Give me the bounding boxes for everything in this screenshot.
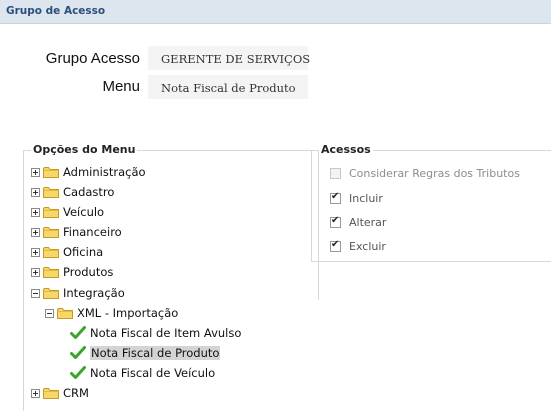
checkbox[interactable] (330, 167, 341, 179)
tree-item-label: Oficina (63, 245, 104, 259)
check-icon (70, 346, 86, 360)
access-option-alterar[interactable]: Alterar (330, 214, 386, 230)
folder-icon (57, 307, 73, 319)
folder-icon (43, 186, 59, 198)
access-option-label: Alterar (349, 215, 387, 229)
window-title: Grupo de Acesso (6, 5, 106, 17)
expand-icon[interactable] (31, 167, 40, 177)
tree-item-produtos[interactable]: Produtos (31, 263, 113, 281)
tree-item-integracao[interactable]: Integração (31, 284, 125, 302)
menu-value: Nota Fiscal de Produto (161, 81, 296, 95)
tree-item-label: CRM (63, 386, 89, 400)
check-icon (70, 326, 86, 340)
tree-item-cadastro[interactable]: Cadastro (31, 183, 114, 201)
collapse-icon[interactable] (31, 288, 40, 298)
expand-icon[interactable] (31, 247, 40, 257)
tree-item-financeiro[interactable]: Financeiro (31, 223, 122, 241)
tree-item-label: XML - Importação (77, 306, 179, 320)
access-option-label: Incluir (349, 191, 383, 205)
tree-item-nf-produto[interactable]: Nota Fiscal de Produto (70, 344, 221, 362)
tree-item-label: Nota Fiscal de Item Avulso (90, 326, 242, 340)
folder-icon (43, 246, 59, 258)
expand-icon[interactable] (31, 187, 40, 197)
tree-item-label: Produtos (63, 265, 114, 279)
window-titlebar: Grupo de Acesso (0, 0, 551, 24)
expand-icon[interactable] (31, 267, 40, 277)
tree-item-administracao[interactable]: Administração (31, 163, 146, 181)
tree-item-label: Administração (63, 165, 146, 179)
tree-item-label: Cadastro (63, 185, 115, 199)
group-value: GERENTE DE SERVIÇOS (161, 52, 311, 66)
menu-label: Menu (102, 78, 140, 95)
tree-item-xml-importacao[interactable]: XML - Importação (45, 304, 178, 322)
access-option-incluir[interactable]: Incluir (330, 190, 383, 206)
tree-item-label: Integração (63, 286, 125, 300)
folder-icon (43, 226, 59, 238)
group-label: Grupo Acesso (45, 50, 140, 67)
folder-icon (43, 387, 59, 399)
tree-item-label: Nota Fiscal de Veículo (90, 366, 216, 380)
folder-icon (43, 166, 59, 178)
folder-icon (43, 287, 59, 299)
tree-item-oficina[interactable]: Oficina (31, 243, 103, 261)
expand-icon[interactable] (31, 227, 40, 237)
access-option-label: Excluir (349, 239, 386, 253)
tree-item-nf-item-avulso[interactable]: Nota Fiscal de Item Avulso (70, 324, 241, 342)
expand-icon[interactable] (31, 388, 40, 398)
check-icon (70, 366, 86, 380)
access-option-label: Considerar Regras dos Tributos (349, 166, 520, 180)
access-option-tributos[interactable]: Considerar Regras dos Tributos (330, 165, 520, 181)
folder-icon (43, 206, 59, 218)
tree-item-label: Financeiro (63, 225, 122, 239)
tree-item-nf-veiculo[interactable]: Nota Fiscal de Veículo (70, 364, 215, 382)
tree-item-veiculo[interactable]: Veículo (31, 203, 104, 221)
tree-item-label: Veículo (63, 205, 105, 219)
checkbox[interactable] (330, 215, 341, 228)
access-legend: Acessos (319, 143, 373, 156)
expand-icon[interactable] (31, 207, 40, 217)
folder-icon (43, 266, 59, 278)
checkbox[interactable] (330, 239, 341, 252)
tree-item-crm[interactable]: CRM (31, 384, 89, 402)
collapse-icon[interactable] (45, 308, 54, 318)
menu-options-legend: Opções do Menu (31, 143, 138, 156)
checkbox[interactable] (330, 191, 341, 204)
access-option-excluir[interactable]: Excluir (330, 238, 386, 254)
tree-item-label-selected: Nota Fiscal de Produto (90, 346, 221, 360)
